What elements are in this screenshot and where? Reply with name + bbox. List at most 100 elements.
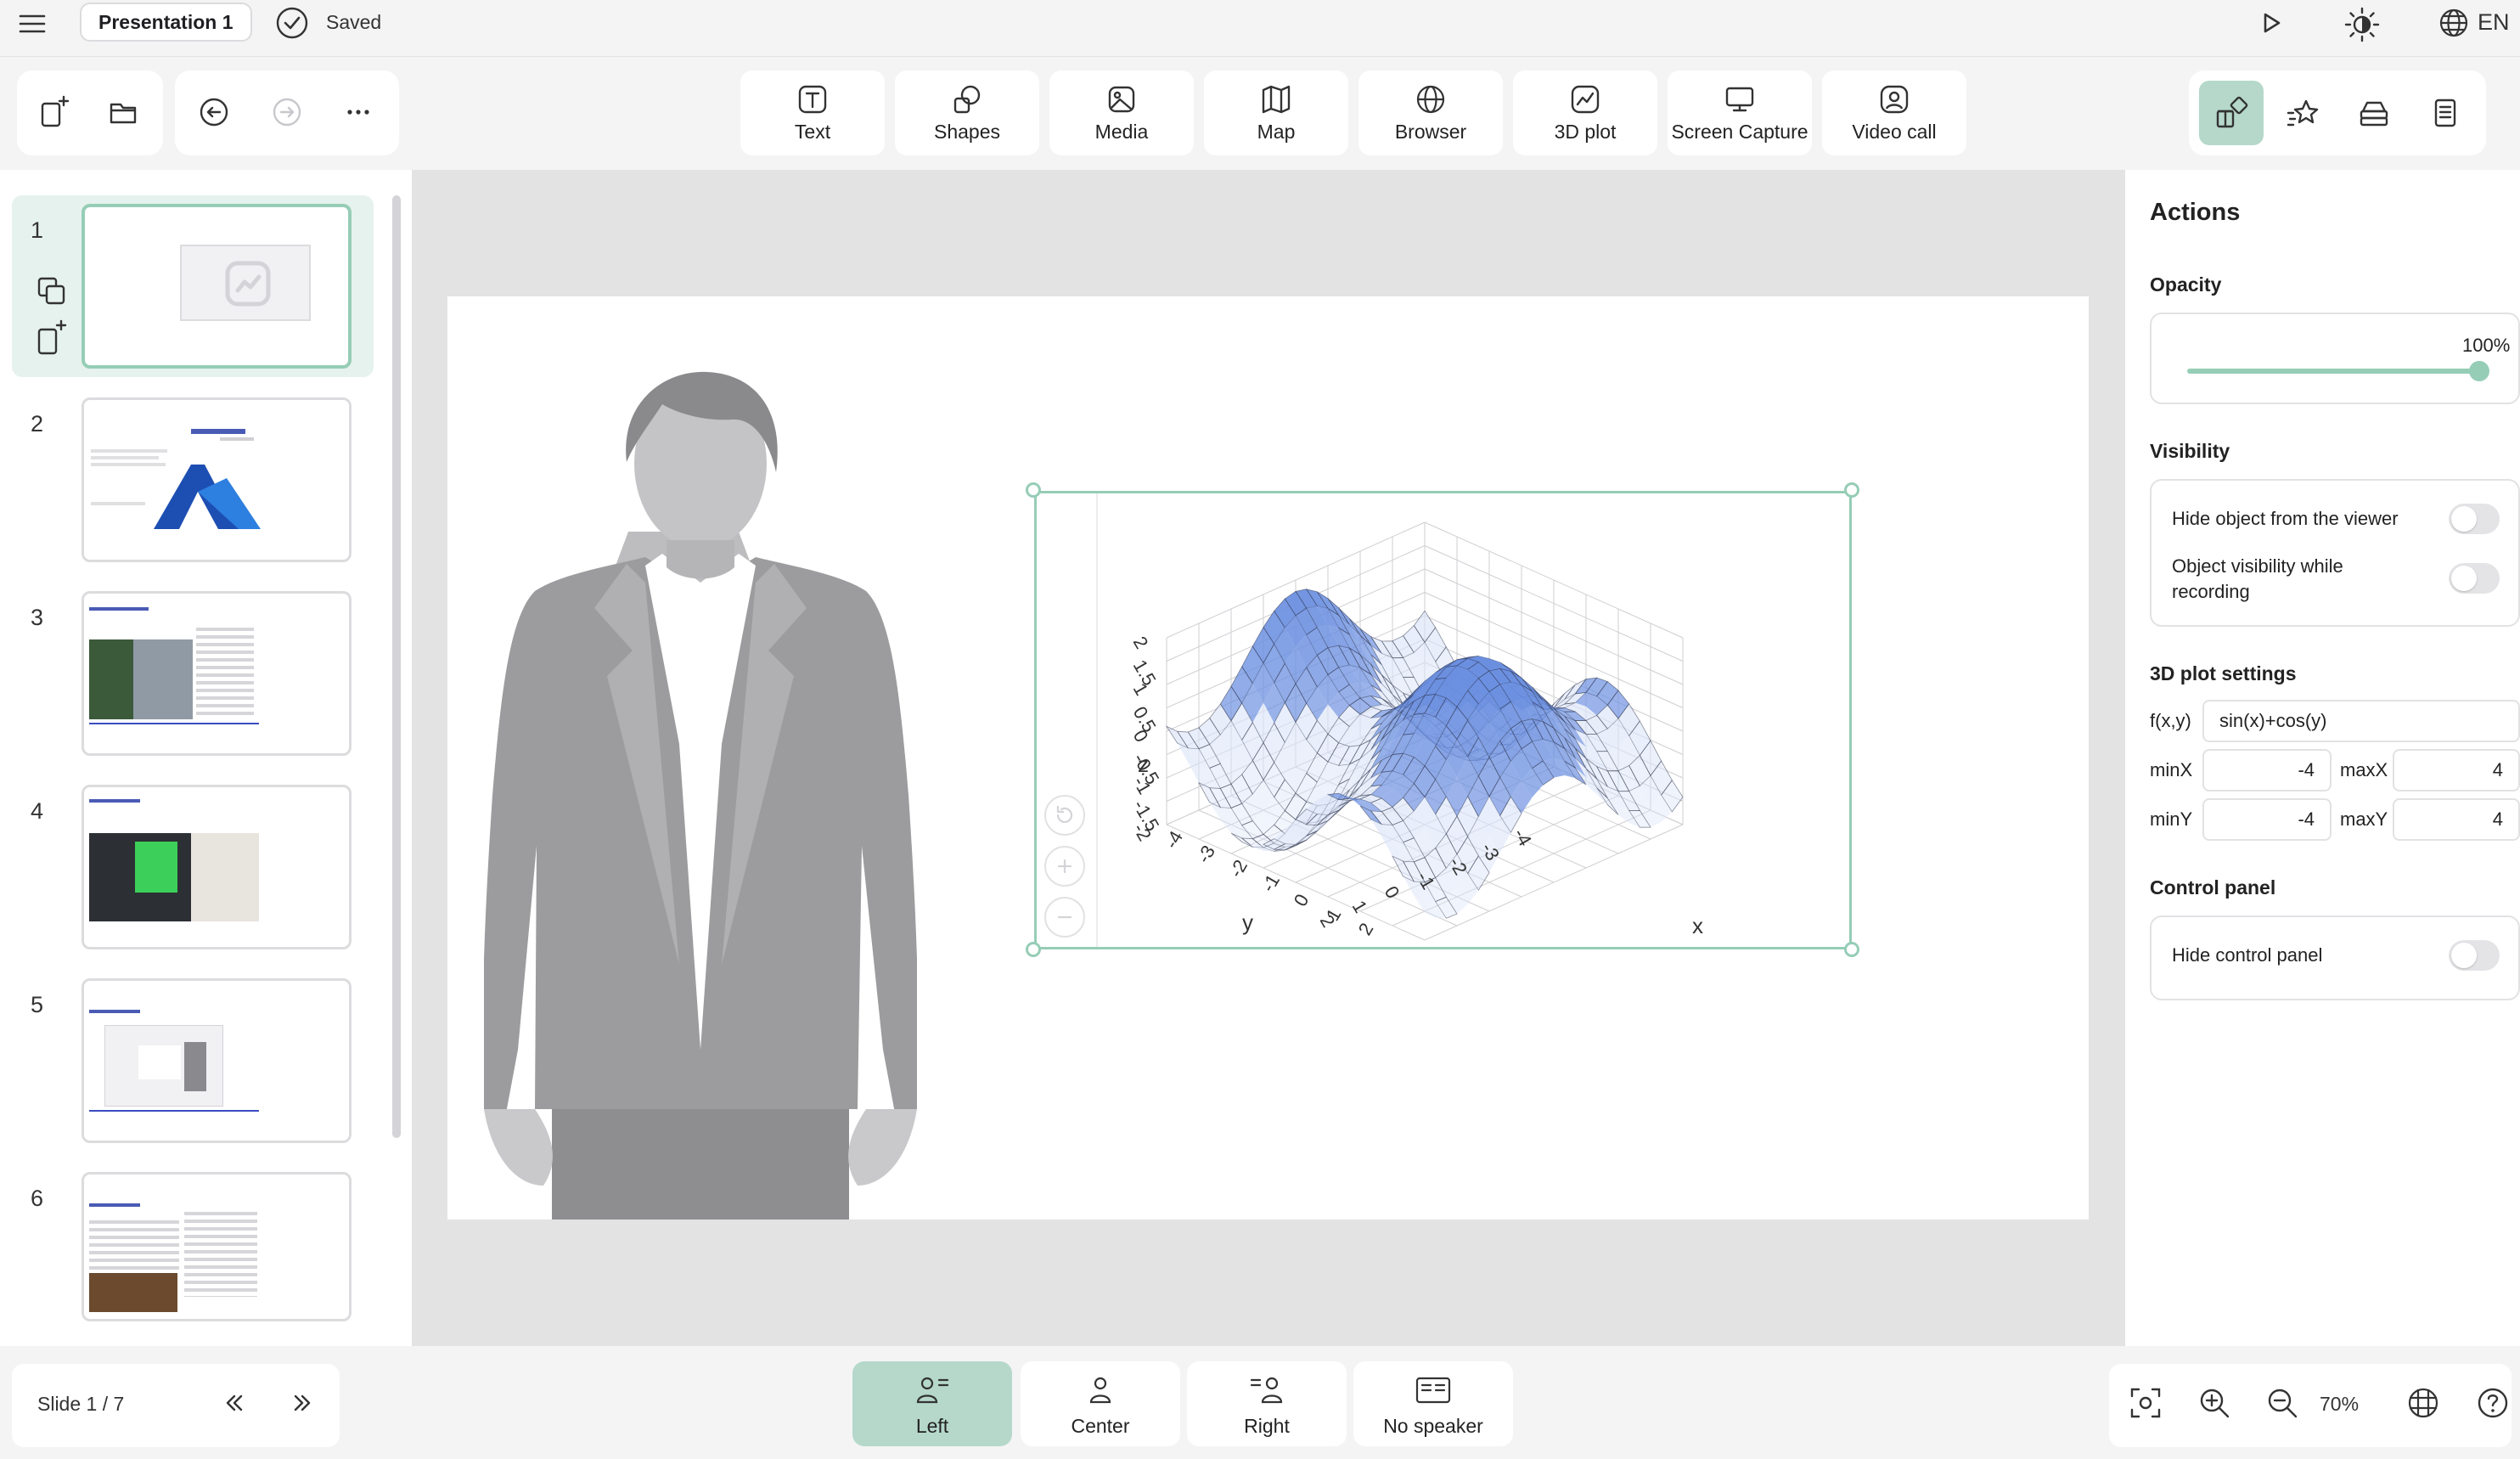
thumb-logo bbox=[89, 1203, 140, 1207]
maxy-label: maxY bbox=[2340, 808, 2388, 830]
tab-actions[interactable] bbox=[2199, 81, 2264, 145]
x-tick-label: -3 bbox=[1193, 842, 1219, 866]
zoom-controls-group bbox=[2109, 1364, 2512, 1447]
miny-input[interactable]: -4 bbox=[2202, 798, 2332, 841]
map-tool-button[interactable]: Map bbox=[1204, 70, 1348, 155]
plot-axis-label-x: x bbox=[1692, 913, 1703, 938]
y-tick-label: 0 bbox=[1381, 882, 1404, 902]
browser-tool-button[interactable]: Browser bbox=[1358, 70, 1503, 155]
no-speaker-button[interactable]: No speaker bbox=[1353, 1361, 1513, 1446]
hide-from-viewer-toggle[interactable] bbox=[2449, 504, 2500, 534]
shapes-icon bbox=[950, 82, 984, 116]
thumb-text-block bbox=[89, 1220, 179, 1271]
browser-tool-label: Browser bbox=[1394, 121, 1467, 143]
new-slide-icon[interactable] bbox=[36, 93, 73, 131]
slide-panel-scrollbar[interactable] bbox=[392, 195, 401, 1138]
media-icon bbox=[1105, 82, 1139, 116]
fxy-label: f(x,y) bbox=[2150, 710, 2191, 731]
slide-thumbnail-5[interactable] bbox=[82, 978, 352, 1143]
thumb-photo bbox=[133, 639, 193, 719]
menu-icon[interactable] bbox=[17, 8, 48, 39]
slide-thumbnail-4[interactable] bbox=[82, 785, 352, 949]
visibility-recording-label-line2: recording bbox=[2172, 581, 2250, 602]
no-speaker-icon bbox=[1415, 1373, 1452, 1407]
zoom-out-plot-button[interactable] bbox=[1044, 897, 1085, 938]
miny-label: minY bbox=[2150, 808, 2193, 830]
speaker-center-icon bbox=[1082, 1373, 1119, 1407]
function-input[interactable]: sin(x)+cos(y) bbox=[2202, 700, 2520, 742]
opacity-slider-track[interactable] bbox=[2187, 369, 2486, 374]
visibility-heading: Visibility bbox=[2150, 440, 2230, 462]
slide-thumbnail-6[interactable] bbox=[82, 1172, 352, 1321]
slide-thumbnail-2[interactable] bbox=[82, 397, 352, 562]
slide-thumbnail-3[interactable] bbox=[82, 591, 352, 756]
help-icon[interactable] bbox=[2474, 1384, 2512, 1422]
visibility-recording-toggle[interactable] bbox=[2449, 563, 2500, 594]
undo-icon[interactable] bbox=[195, 93, 233, 131]
tab-notes[interactable] bbox=[2413, 81, 2478, 145]
grid-icon[interactable] bbox=[2405, 1384, 2442, 1422]
zoom-out-icon[interactable] bbox=[2264, 1384, 2301, 1422]
thumb-photo bbox=[89, 639, 133, 719]
minx-input[interactable]: -4 bbox=[2202, 749, 2332, 791]
save-status: Saved bbox=[326, 11, 382, 33]
thumb-chart bbox=[138, 1045, 181, 1079]
panel-title: Actions bbox=[2150, 199, 2241, 226]
screen-capture-tool-button[interactable]: Screen Capture bbox=[1668, 70, 1812, 155]
y-tick-label: 1 bbox=[1348, 897, 1372, 916]
theme-toggle-icon[interactable] bbox=[2343, 6, 2380, 42]
maxy-input[interactable]: 4 bbox=[2393, 798, 2520, 841]
reset-view-button[interactable] bbox=[1044, 795, 1085, 836]
thumb-text-line bbox=[220, 437, 254, 441]
resize-handle-top-left[interactable] bbox=[1026, 482, 1041, 498]
plus-icon bbox=[1057, 859, 1072, 874]
maxx-input[interactable]: 4 bbox=[2393, 749, 2520, 791]
presentation-name[interactable]: Presentation 1 bbox=[80, 3, 252, 42]
open-folder-icon[interactable] bbox=[105, 93, 143, 131]
no-speaker-label: No speaker bbox=[1383, 1415, 1483, 1437]
duplicate-slide-icon[interactable] bbox=[34, 273, 70, 309]
minx-label: minX bbox=[2150, 759, 2193, 780]
media-tool-button[interactable]: Media bbox=[1049, 70, 1194, 155]
hide-control-panel-toggle[interactable] bbox=[2449, 940, 2500, 971]
slide-thumbnail-1[interactable] bbox=[82, 204, 352, 369]
zoom-in-plot-button[interactable] bbox=[1044, 846, 1085, 887]
video-call-tool-button[interactable]: Video call bbox=[1822, 70, 1966, 155]
opacity-slider-thumb[interactable] bbox=[2469, 361, 2489, 381]
tab-layers[interactable] bbox=[2342, 81, 2406, 145]
thumb-text-block bbox=[196, 628, 254, 719]
speaker-right-button[interactable]: Right bbox=[1187, 1361, 1347, 1446]
first-slide-icon[interactable] bbox=[216, 1384, 253, 1422]
slide-number: 2 bbox=[31, 411, 44, 437]
thumb-line bbox=[89, 723, 259, 724]
x-tick-label: 0 bbox=[1290, 890, 1313, 910]
thumb-text-line bbox=[91, 502, 145, 505]
last-slide-icon[interactable] bbox=[284, 1384, 321, 1422]
redo-icon[interactable] bbox=[268, 93, 306, 131]
speaker-silhouette[interactable] bbox=[484, 370, 917, 1220]
more-options-icon[interactable] bbox=[340, 93, 377, 131]
fit-screen-icon[interactable] bbox=[2127, 1384, 2164, 1422]
speaker-right-icon bbox=[1248, 1373, 1285, 1407]
zoom-level: 70% bbox=[2320, 1393, 2360, 1415]
opacity-value: 100% bbox=[2462, 335, 2511, 356]
x-tick-label: -1 bbox=[1257, 870, 1284, 895]
speaker-center-button[interactable]: Center bbox=[1021, 1361, 1180, 1446]
play-icon[interactable] bbox=[2253, 6, 2287, 40]
slide-number: 6 bbox=[31, 1186, 44, 1211]
thumb-photo bbox=[89, 1273, 177, 1312]
add-slide-icon[interactable] bbox=[34, 318, 70, 357]
plot-control-divider bbox=[1096, 493, 1098, 947]
speaker-left-button[interactable]: Left bbox=[852, 1361, 1012, 1446]
zoom-in-icon[interactable] bbox=[2196, 1384, 2233, 1422]
x-tick-label: 2 bbox=[1354, 919, 1378, 938]
language-globe-icon[interactable] bbox=[2437, 6, 2471, 40]
shapes-tool-button[interactable]: Shapes bbox=[895, 70, 1039, 155]
language-label[interactable]: EN bbox=[2478, 9, 2510, 36]
minus-icon bbox=[1057, 915, 1072, 919]
resize-handle-bottom-left[interactable] bbox=[1026, 942, 1041, 957]
thumb-photo-detail bbox=[135, 842, 177, 893]
text-tool-button[interactable]: Text bbox=[740, 70, 885, 155]
tab-animations[interactable] bbox=[2270, 81, 2335, 145]
3d-plot-tool-button[interactable]: 3D plot bbox=[1513, 70, 1657, 155]
